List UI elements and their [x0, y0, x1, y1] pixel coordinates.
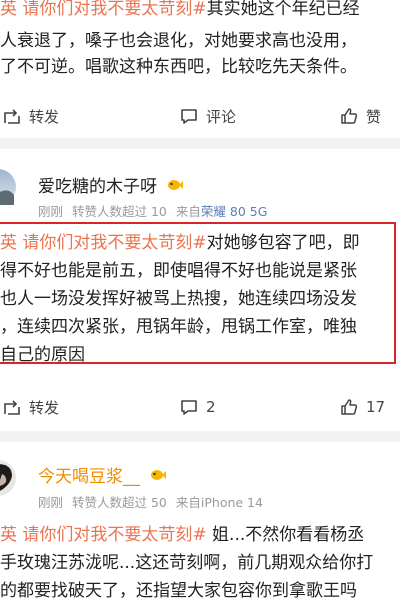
post-1-line-3: 了不可逆。唱歌这种东西吧，比较吃先天条件。	[0, 57, 357, 77]
like-button[interactable]: 17	[340, 398, 385, 416]
highlight-box	[0, 222, 396, 364]
thumbs-up-icon	[341, 399, 358, 415]
username[interactable]: 爱吃糖的木子呀	[38, 172, 184, 197]
device-link[interactable]: 荣耀 80 5G	[201, 204, 268, 219]
comment-button[interactable]: 2	[180, 398, 216, 416]
post-2-action-bar: 转发 2 17	[0, 383, 400, 431]
repost-icon	[4, 400, 20, 415]
post-1: 英 请你们对我不要太苛刻#其实她这个年纪已经 人衰退了，嗓子也会退化，对她要求高…	[0, 0, 400, 138]
post-3-line-1: 英 请你们对我不要太苛刻# 姐...不然你看看杨丞	[0, 525, 365, 545]
repost-icon	[4, 109, 20, 124]
comment-button[interactable]: 评论	[180, 106, 236, 127]
post-1-line-1: 英 请你们对我不要太苛刻#其实她这个年纪已经	[0, 0, 360, 19]
avatar[interactable]	[0, 169, 28, 205]
repost-button[interactable]: 转发	[3, 397, 59, 418]
avatar[interactable]	[0, 460, 28, 496]
device-link[interactable]: iPhone 14	[201, 495, 263, 510]
comment-icon	[181, 109, 197, 124]
fish-badge-icon	[166, 177, 184, 197]
comment-count: 2	[206, 398, 216, 416]
post-3: 今天喝豆浆__ 刚刚 转赞人数超过 50 来自iPhone 14 英 请你们对我…	[0, 442, 400, 616]
post-meta: 刚刚 转赞人数超过 50 来自iPhone 14	[38, 495, 263, 510]
post-1-action-bar: 转发 评论 赞	[0, 92, 400, 138]
post-3-line-2: 手玫瑰汪苏泷呢...这还苛刻啊，前几期观众给你打	[0, 553, 374, 573]
like-button[interactable]: 赞	[340, 106, 381, 127]
comment-icon	[181, 400, 197, 415]
post-meta: 刚刚 转赞人数超过 10 来自荣耀 80 5G	[38, 204, 268, 219]
topic-link[interactable]: 英 请你们对我不要太苛刻#	[0, 525, 207, 545]
like-count: 17	[366, 398, 386, 416]
repost-button[interactable]: 转发	[3, 106, 59, 127]
fish-badge-icon	[149, 467, 167, 487]
topic-link[interactable]: 英 请你们对我不要太苛刻#	[0, 0, 207, 19]
post-1-line-2: 人衰退了，嗓子也会退化，对她要求高也没用，	[0, 31, 357, 51]
username[interactable]: 今天喝豆浆__	[38, 462, 167, 487]
post-3-line-3: 的都要找破天了，还指望大家包容你到拿歌王吗	[0, 581, 357, 601]
thumbs-up-icon	[341, 108, 358, 124]
